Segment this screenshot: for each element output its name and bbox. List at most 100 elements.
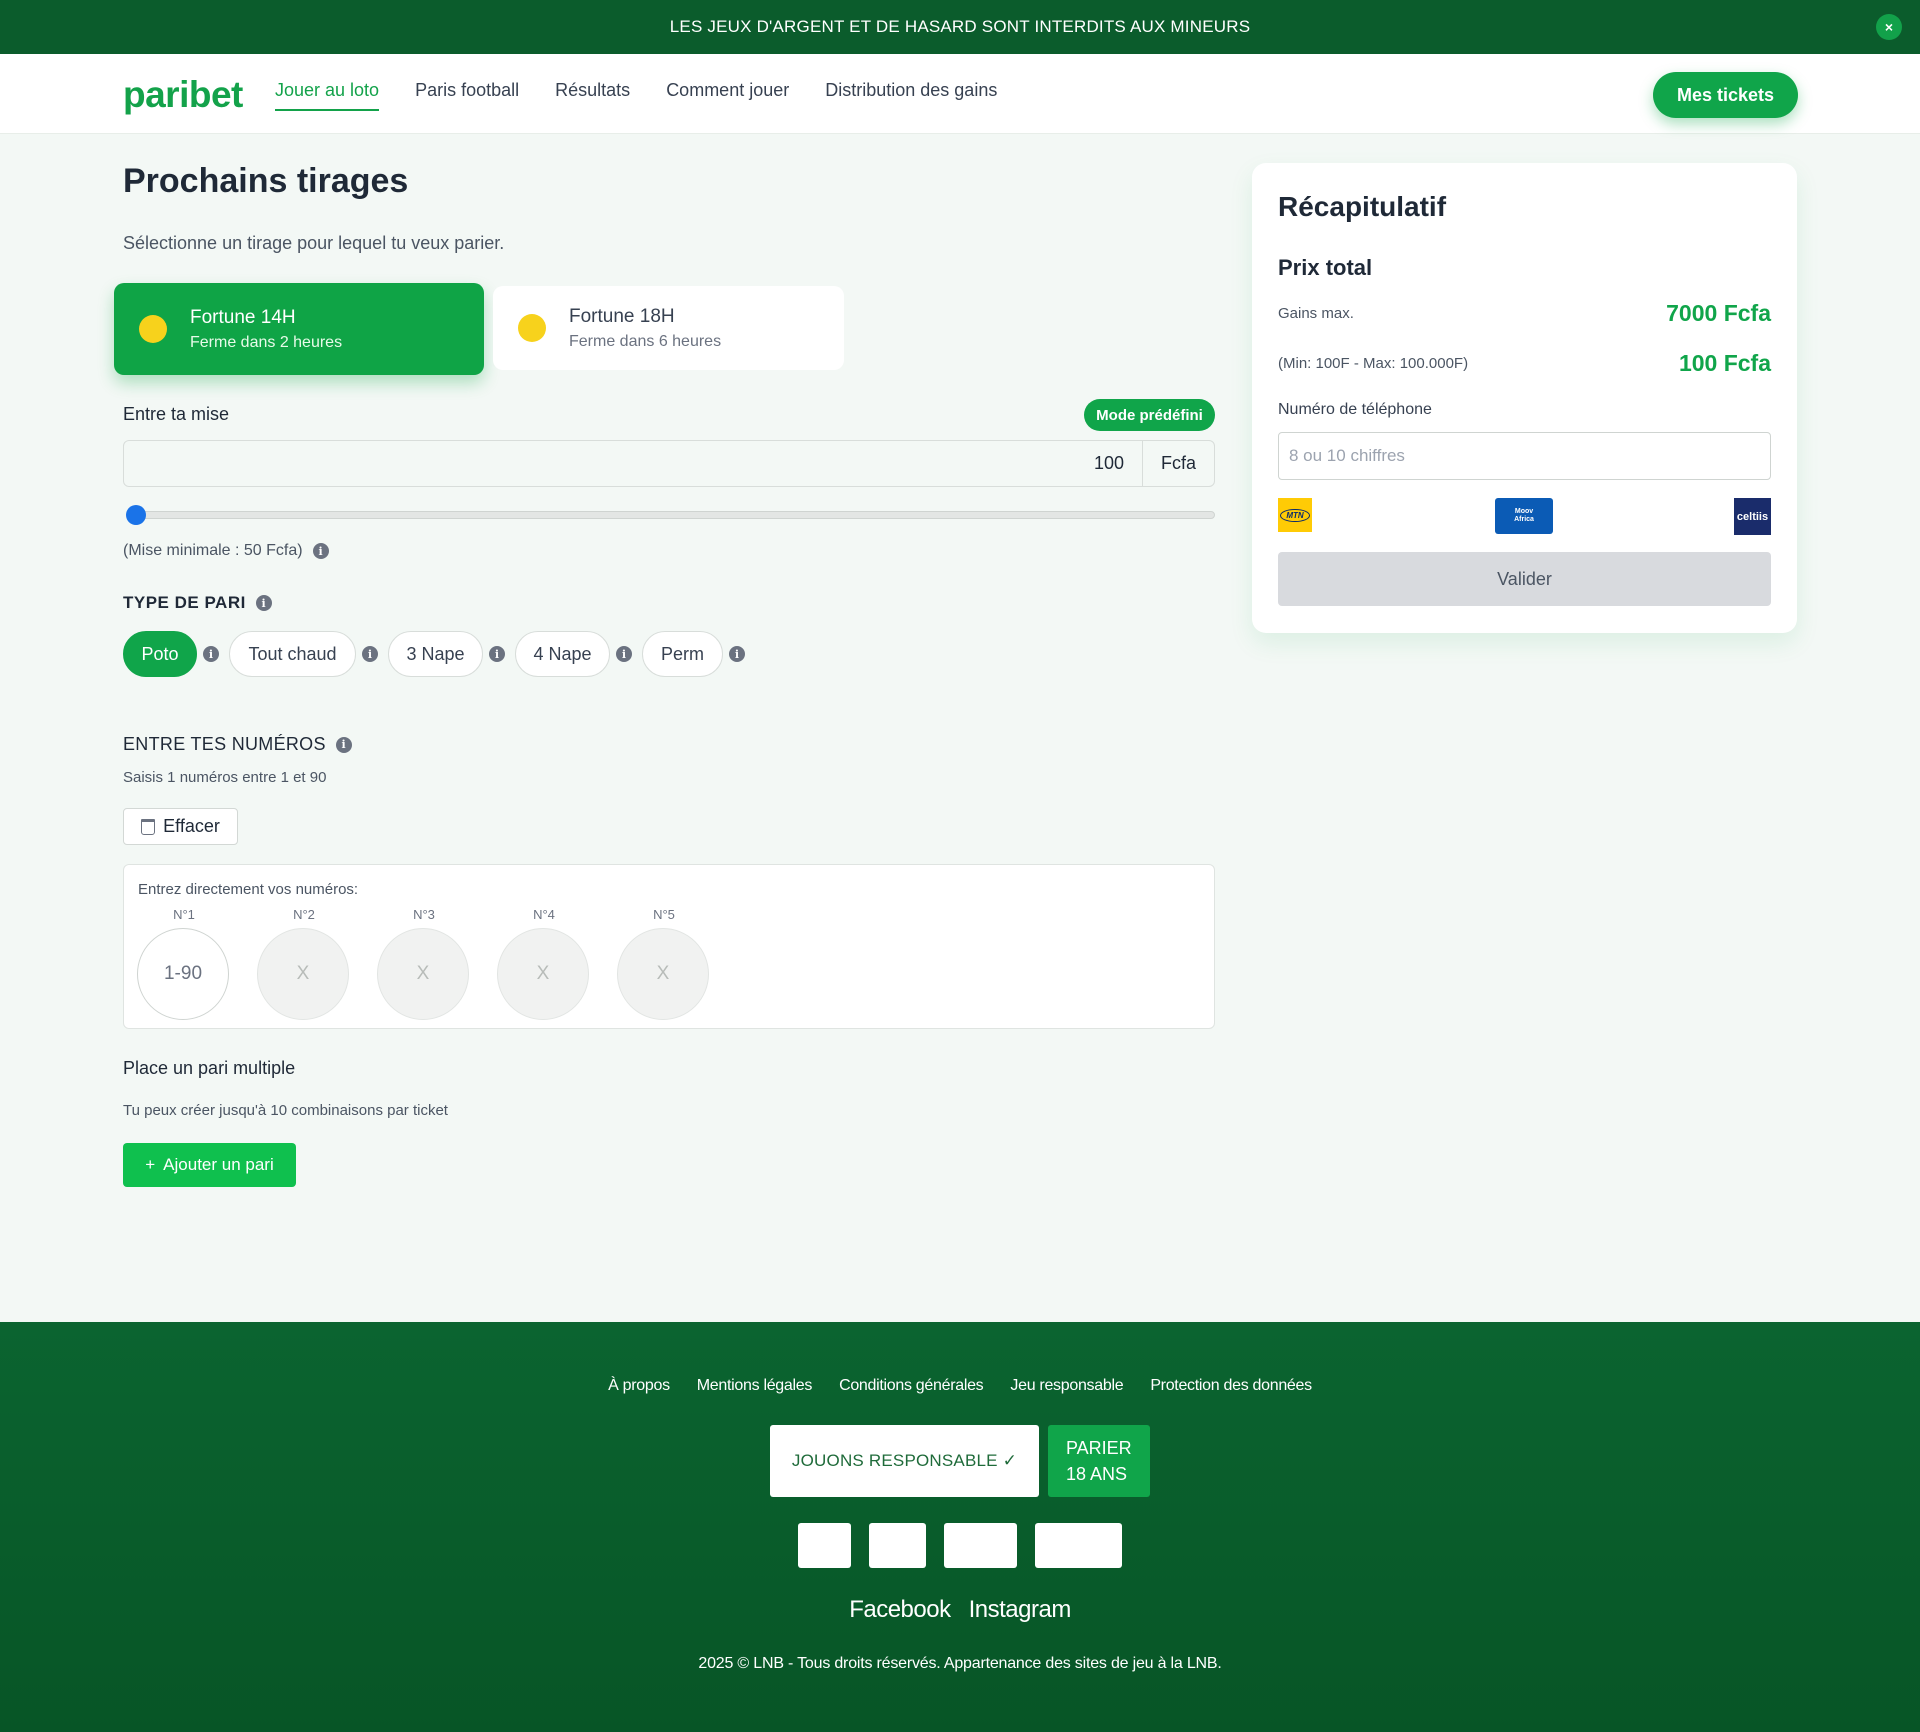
nav-item-paris-football[interactable]: Paris football bbox=[415, 80, 519, 111]
stake-slider-handle[interactable] bbox=[126, 505, 146, 525]
number-slot-label: N°5 bbox=[653, 907, 675, 922]
main-nav: Jouer au loto Paris football Résultats C… bbox=[275, 80, 997, 111]
stake-field: Fcfa bbox=[123, 440, 1215, 487]
phone-label: Numéro de téléphone bbox=[1278, 401, 1432, 418]
stake-label: Entre ta mise bbox=[123, 404, 230, 424]
footer-link-protection-donnees[interactable]: Protection des données bbox=[1150, 1377, 1312, 1395]
max-gain-value: 7000 Fcfa bbox=[1666, 300, 1771, 326]
close-icon[interactable]: × bbox=[1876, 14, 1902, 40]
draw-closing-time: Ferme dans 6 heures bbox=[569, 332, 722, 350]
mtn-logo[interactable]: MTN bbox=[1278, 498, 1312, 532]
number-slot-5: N°5 X bbox=[617, 907, 711, 1020]
multi-bet-subtitle: Tu peux créer jusqu'à 10 combinaisons pa… bbox=[123, 1102, 448, 1119]
number-input-5[interactable]: X bbox=[617, 928, 709, 1020]
info-icon[interactable]: i bbox=[335, 736, 352, 753]
draw-status-dot bbox=[518, 314, 546, 342]
summary-title: Récapitulatif bbox=[1278, 191, 1447, 222]
phone-input[interactable] bbox=[1278, 432, 1771, 480]
celtiis-logo[interactable]: celtiis bbox=[1734, 498, 1771, 535]
partner-logo-2[interactable] bbox=[869, 1523, 926, 1568]
trash-icon bbox=[141, 818, 156, 835]
stake-unit: Fcfa bbox=[1142, 441, 1214, 486]
number-slot-label: N°3 bbox=[413, 907, 435, 922]
price-value: 100 Fcfa bbox=[1678, 350, 1771, 376]
number-entry-label: Entrez directement vos numéros: bbox=[138, 881, 359, 898]
partner-logo-4[interactable] bbox=[1035, 1523, 1122, 1568]
summary-panel: Récapitulatif Prix total Gains max. 7000… bbox=[1252, 163, 1797, 633]
add-bet-button[interactable]: + Ajouter un pari bbox=[123, 1143, 296, 1187]
number-input-4[interactable]: X bbox=[497, 928, 589, 1020]
number-slot-label: N°4 bbox=[533, 907, 555, 922]
add-bet-label: Ajouter un pari bbox=[163, 1155, 274, 1174]
plus-icon: + bbox=[145, 1155, 156, 1174]
stake-input[interactable] bbox=[124, 441, 1142, 486]
bet-type-options: Poto i Tout chaud i 3 Nape i 4 Nape i Pe… bbox=[123, 631, 755, 677]
number-entry-box: Entrez directement vos numéros: N°1 1-90… bbox=[123, 864, 1215, 1029]
draw-name: Fortune 14H bbox=[190, 306, 296, 328]
banner-text: LES JEUX D'ARGENT ET DE HASARD SONT INTE… bbox=[669, 17, 1251, 36]
bet-type-tout-chaud[interactable]: Tout chaud bbox=[229, 631, 356, 677]
draw-card-fortune-18h[interactable]: Fortune 18H Ferme dans 6 heures bbox=[493, 286, 844, 370]
bet-type-title: TYPE DE PARI bbox=[123, 593, 246, 612]
number-input-3[interactable]: X bbox=[377, 928, 469, 1020]
number-input-2[interactable]: X bbox=[257, 928, 349, 1020]
copyright: 2025 © LNB - Tous droits réservés. Appar… bbox=[698, 1655, 1222, 1672]
info-icon[interactable]: i bbox=[312, 543, 329, 559]
nav-item-distribution-des-gains[interactable]: Distribution des gains bbox=[825, 80, 997, 111]
preset-mode-button[interactable]: Mode prédéfini bbox=[1084, 399, 1215, 431]
multi-bet-title: Place un pari multiple bbox=[123, 1058, 296, 1078]
info-icon[interactable]: i bbox=[255, 595, 272, 611]
number-slot-label: N°1 bbox=[173, 907, 195, 922]
bet-type-perm[interactable]: Perm bbox=[642, 631, 723, 677]
footer-link-mentions-legales[interactable]: Mentions légales bbox=[697, 1377, 813, 1395]
draw-name: Fortune 18H bbox=[569, 305, 675, 327]
draw-status-dot bbox=[139, 315, 167, 343]
age-warning-banner: LES JEUX D'ARGENT ET DE HASARD SONT INTE… bbox=[0, 0, 1920, 54]
age-badge-line2: 18 ANS bbox=[1066, 1464, 1128, 1484]
moov-logo[interactable]: Moov Africa bbox=[1495, 498, 1553, 534]
footer-link-conditions-generales[interactable]: Conditions générales bbox=[839, 1377, 984, 1395]
mtn-logo-text: MTN bbox=[1280, 508, 1310, 522]
numbers-instructions: Saisis 1 numéros entre 1 et 90 bbox=[123, 769, 327, 786]
instagram-link[interactable]: Instagram bbox=[969, 1596, 1072, 1624]
stake-slider[interactable] bbox=[133, 511, 1215, 519]
footer-link-a-propos[interactable]: À propos bbox=[608, 1377, 670, 1395]
min-stake-note: (Mise minimale : 50 Fcfa) i bbox=[123, 542, 329, 560]
logo[interactable]: paribet bbox=[123, 74, 243, 116]
draw-card-fortune-14h[interactable]: Fortune 14H Ferme dans 2 heures bbox=[114, 283, 484, 375]
bet-type-3-nape[interactable]: 3 Nape bbox=[388, 631, 483, 677]
bet-type-4-nape[interactable]: 4 Nape bbox=[515, 631, 610, 677]
info-icon[interactable]: i bbox=[489, 646, 505, 662]
responsible-gaming-badge: JOUONS RESPONSABLE ✓ bbox=[770, 1425, 1039, 1497]
info-icon[interactable]: i bbox=[203, 646, 219, 662]
clear-button[interactable]: Effacer bbox=[123, 808, 238, 845]
info-icon[interactable]: i bbox=[362, 646, 378, 662]
moov-logo-subtext: Africa bbox=[1514, 516, 1534, 523]
number-slot-3: N°3 X bbox=[377, 907, 471, 1020]
max-gain-label: Gains max. bbox=[1278, 305, 1354, 322]
partner-logo-3[interactable] bbox=[944, 1523, 1017, 1568]
page-subtitle: Sélectionne un tirage pour lequel tu veu… bbox=[123, 233, 505, 253]
validate-button[interactable]: Valider bbox=[1278, 552, 1771, 606]
bet-type-poto[interactable]: Poto bbox=[123, 631, 197, 677]
page-title: Prochains tirages bbox=[123, 162, 409, 200]
number-slot-2: N°2 X bbox=[257, 907, 351, 1020]
min-stake-text: (Mise minimale : 50 Fcfa) bbox=[123, 542, 303, 559]
info-icon[interactable]: i bbox=[729, 646, 745, 662]
facebook-link[interactable]: Facebook bbox=[849, 1596, 951, 1624]
partner-logo-1[interactable] bbox=[798, 1523, 851, 1568]
number-slot-label: N°2 bbox=[293, 907, 315, 922]
number-input-1[interactable]: 1-90 bbox=[137, 928, 229, 1020]
draw-closing-time: Ferme dans 2 heures bbox=[190, 333, 343, 351]
number-slot-4: N°4 X bbox=[497, 907, 591, 1020]
my-tickets-button[interactable]: Mes tickets bbox=[1653, 72, 1798, 118]
nav-item-resultats[interactable]: Résultats bbox=[555, 80, 630, 111]
footer-link-jeu-responsable[interactable]: Jeu responsable bbox=[1010, 1377, 1123, 1395]
moov-logo-text: Moov bbox=[1514, 508, 1534, 515]
social-links: Facebook Instagram bbox=[0, 1596, 1920, 1624]
nav-item-comment-jouer[interactable]: Comment jouer bbox=[666, 80, 789, 111]
nav-item-jouer-au-loto[interactable]: Jouer au loto bbox=[275, 80, 380, 111]
clear-button-label: Effacer bbox=[163, 816, 220, 836]
age-restriction-badge: PARIER 18 ANS bbox=[1048, 1425, 1150, 1497]
info-icon[interactable]: i bbox=[616, 646, 632, 662]
